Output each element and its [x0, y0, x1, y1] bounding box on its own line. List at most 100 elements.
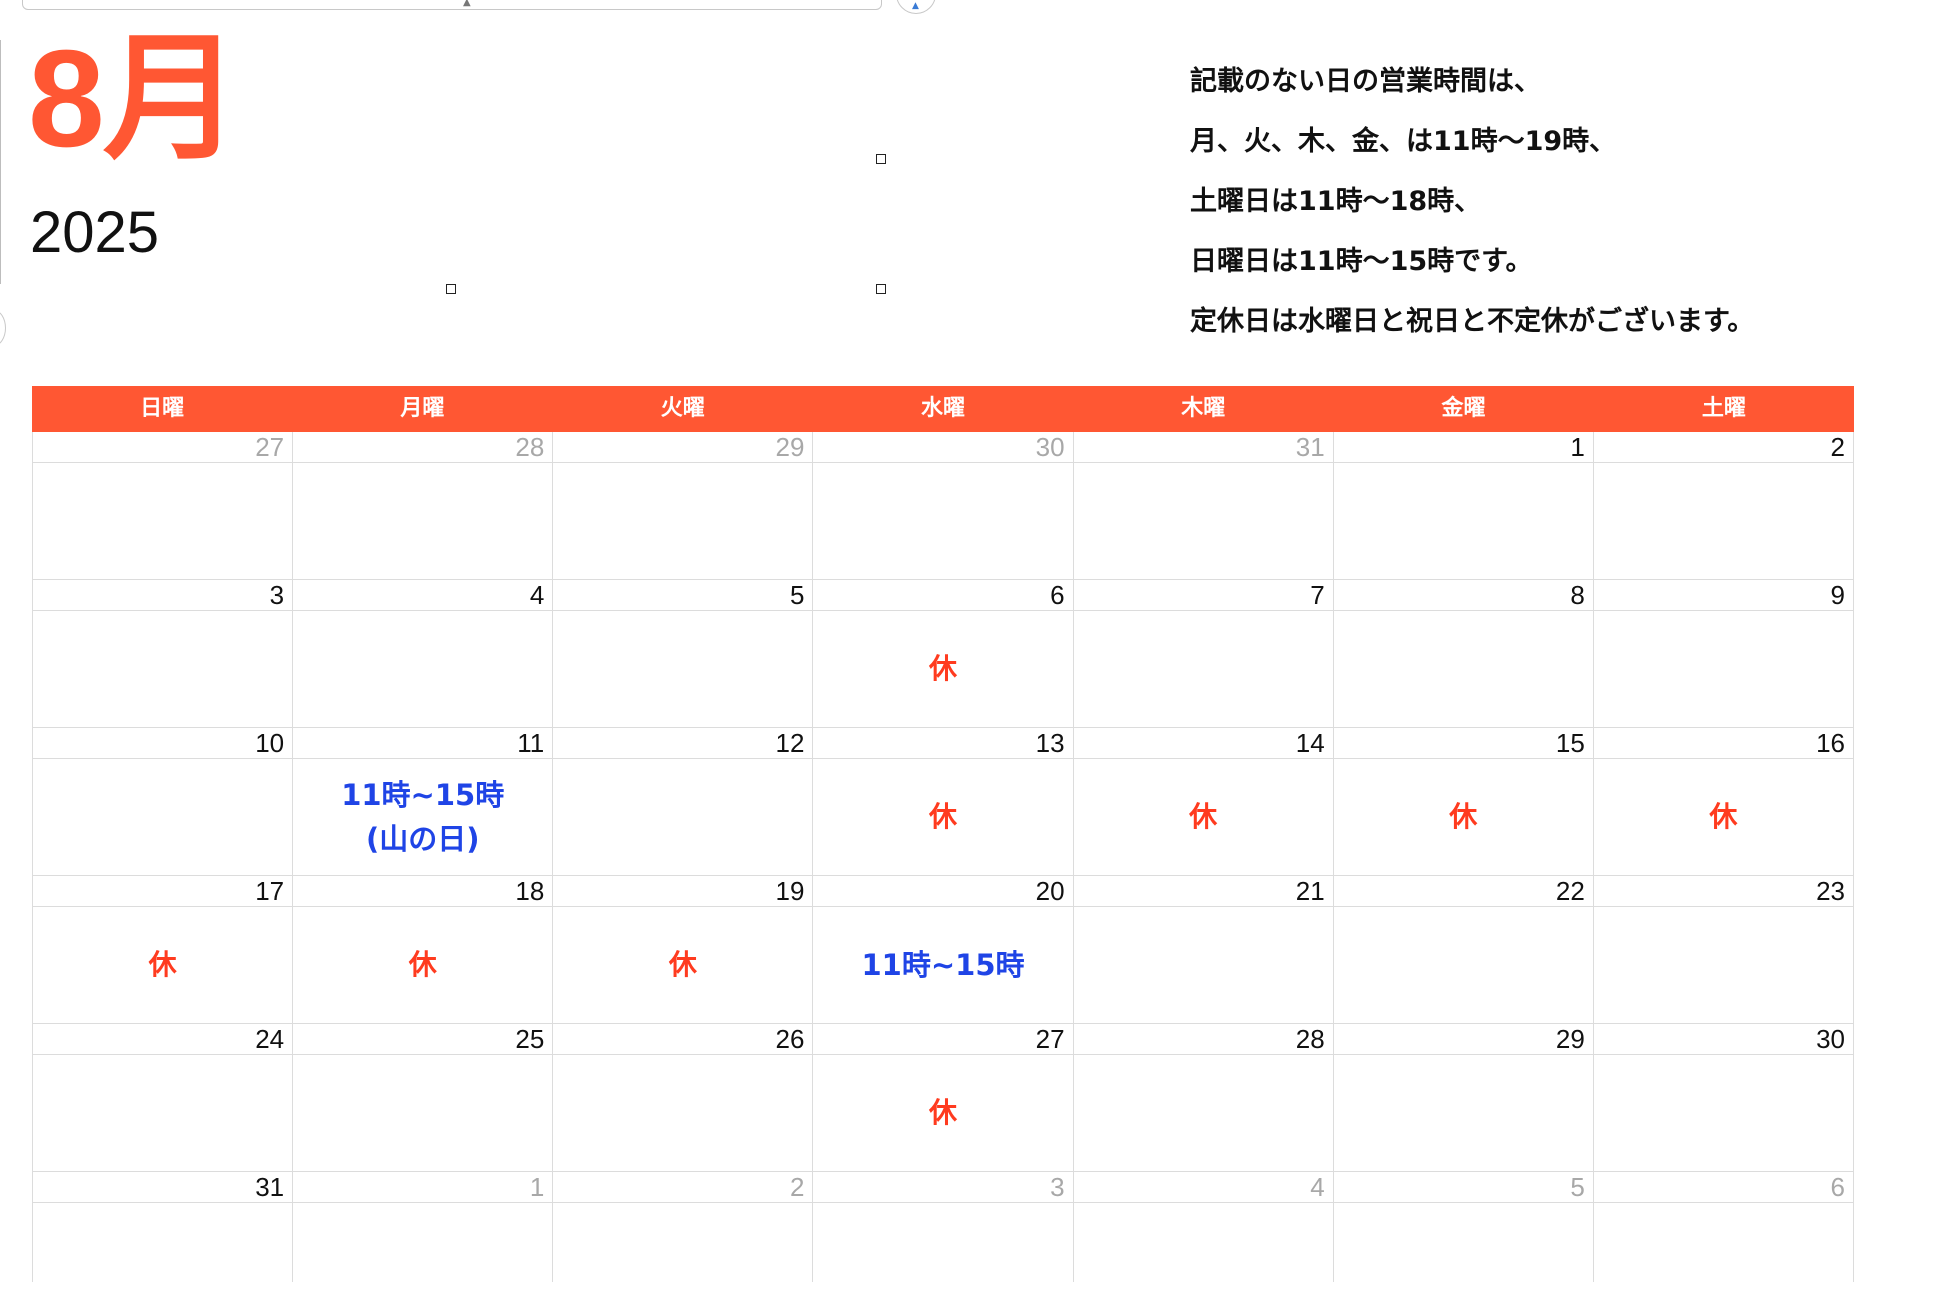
calendar-day-cell[interactable]: 18 休 — [292, 876, 553, 1024]
event-text: 休 — [928, 652, 957, 685]
day-number-bar: 6 — [813, 580, 1073, 611]
day-number-bar: 13 — [813, 728, 1073, 759]
day-number-bar: 30 — [813, 432, 1073, 463]
calendar-day-cell[interactable]: 30 — [812, 432, 1073, 580]
day-number-bar: 15 — [1333, 728, 1593, 759]
calendar-day-cell[interactable]: 24 — [32, 1024, 293, 1172]
calendar-day-cell[interactable]: 28 — [292, 432, 553, 580]
calendar-day-cell[interactable]: 8 — [1332, 580, 1593, 728]
event-text: 11時~15時 — [861, 948, 1025, 982]
calendar-day-cell[interactable]: 17 休 — [32, 876, 293, 1024]
day-number: 9 — [1830, 580, 1845, 610]
day-number: 3 — [269, 580, 285, 610]
selection-handle-bottom-middle[interactable] — [446, 284, 456, 294]
calendar-day-cell[interactable]: 31 — [1072, 432, 1333, 580]
day-number: 30 — [1816, 1024, 1845, 1054]
day-number: 16 — [1816, 728, 1845, 758]
pin-icon: ▲ — [912, 1, 919, 11]
calendar-day-cell[interactable]: 30 — [1592, 1024, 1854, 1172]
calendar-day-cell[interactable]: 5 — [1332, 1172, 1593, 1282]
calendar-week-row: 31 1 2 3 4 5 6 — [32, 1172, 1854, 1282]
closed-day-marker: 休 — [813, 1055, 1072, 1171]
calendar-day-cell[interactable]: 11 11時~15時 (山の日) — [292, 728, 553, 876]
calendar-day-cell[interactable]: 5 — [552, 580, 813, 728]
day-number: 4 — [1310, 1172, 1325, 1202]
calendar-day-cell[interactable]: 14 休 — [1072, 728, 1333, 876]
top-text-input[interactable]: ▲ — [22, 0, 882, 10]
day-number-bar: 10 — [33, 728, 293, 759]
calendar-day-cell[interactable]: 15 休 — [1332, 728, 1593, 876]
day-number-bar: 19 — [553, 876, 813, 907]
top-round-button[interactable]: ▲ — [896, 0, 936, 14]
calendar-day-cell[interactable]: 3 — [812, 1172, 1073, 1282]
event-text: 休 — [1449, 800, 1478, 833]
closed-day-marker: 休 — [1074, 759, 1333, 875]
day-number: 6 — [1830, 1172, 1845, 1202]
weekday-thursday: 木曜 — [1181, 396, 1226, 421]
calendar-day-cell[interactable]: 26 — [552, 1024, 813, 1172]
calendar-day-cell[interactable]: 29 — [552, 432, 813, 580]
left-round-button[interactable] — [0, 310, 6, 346]
calendar-day-cell[interactable]: 3 — [32, 580, 293, 728]
calendar-day-cell[interactable]: 6 — [1592, 1172, 1854, 1282]
calendar-day-cell[interactable]: 6休 — [812, 580, 1073, 728]
calendar-week-row: 24 25 26 27 休 28 29 30 — [32, 1024, 1854, 1172]
calendar-day-cell[interactable]: 1 — [292, 1172, 553, 1282]
day-number: 24 — [255, 1024, 285, 1054]
day-number-bar: 28 — [1073, 1024, 1333, 1055]
day-number-bar: 8 — [1333, 580, 1593, 611]
calendar-day-cell[interactable]: 19 休 — [552, 876, 813, 1024]
calendar-day-cell[interactable]: 31 — [32, 1172, 293, 1282]
year-title: 2025 — [30, 200, 160, 265]
selection-handle-bottom-right[interactable] — [876, 284, 886, 294]
day-number-bar: 27 — [813, 1024, 1073, 1055]
day-number: 12 — [775, 728, 805, 758]
calendar-day-cell[interactable]: 10 — [32, 728, 293, 876]
calendar-day-cell[interactable]: 4 — [1072, 1172, 1333, 1282]
day-number-bar: 22 — [1333, 876, 1593, 907]
day-number: 14 — [1295, 728, 1325, 758]
calendar-day-cell[interactable]: 28 — [1072, 1024, 1333, 1172]
day-number-bar: 5 — [1333, 1172, 1593, 1203]
calendar-day-cell[interactable]: 23 — [1592, 876, 1854, 1024]
month-title: 8月 — [28, 22, 241, 176]
calendar-day-cell[interactable]: 27 休 — [812, 1024, 1073, 1172]
calendar-day-cell[interactable]: 12 — [552, 728, 813, 876]
day-number-bar: 25 — [293, 1024, 553, 1055]
calendar-day-cell[interactable]: 20 11時~15時 — [812, 876, 1073, 1024]
calendar-week-row: 27 28 29 30 31 1 2 — [32, 432, 1854, 580]
calendar-day-cell[interactable]: 27 — [32, 432, 293, 580]
calendar-day-cell[interactable]: 4 — [292, 580, 553, 728]
calendar-day-cell[interactable]: 13 休 — [812, 728, 1073, 876]
day-number-bar: 23 — [1593, 876, 1853, 907]
day-number: 29 — [775, 432, 805, 462]
day-number: 10 — [255, 728, 285, 758]
day-number: 30 — [1035, 432, 1065, 462]
day-number: 28 — [1295, 1024, 1325, 1054]
calendar-day-cell[interactable]: 16 休 — [1592, 728, 1854, 876]
selection-handle-top-right[interactable] — [876, 154, 886, 164]
day-number-bar: 4 — [293, 580, 553, 611]
event-text: 休 — [1189, 800, 1218, 833]
note-line: 定休日は水曜日と祝日と不定休がございます。 — [1190, 306, 1755, 337]
calendar-day-cell[interactable]: 7 — [1072, 580, 1333, 728]
calendar-day-cell[interactable]: 25 — [292, 1024, 553, 1172]
closed-day-marker: 休 — [1334, 759, 1593, 875]
day-number: 22 — [1555, 876, 1585, 906]
calendar-weeks: 27 28 29 30 31 1 2 3 4 5 6 休 7 8 9 10 11 11時~15時 (山の日) 12 13… — [32, 432, 1854, 1282]
event-text: 休 — [928, 1096, 957, 1129]
note-line: 土曜日は11時〜18時、 — [1190, 186, 1482, 217]
text-caret-icon: ▲ — [463, 0, 471, 8]
note-line: 月、火、木、金、は11時〜19時、 — [1190, 126, 1617, 157]
day-number: 11 — [517, 728, 545, 758]
event-text: (山の日) — [365, 822, 480, 856]
calendar-day-cell[interactable]: 2 — [1592, 432, 1854, 580]
calendar-day-cell[interactable]: 2 — [552, 1172, 813, 1282]
calendar-day-cell[interactable]: 1 — [1332, 432, 1593, 580]
calendar-day-cell[interactable]: 21 — [1072, 876, 1333, 1024]
closed-day-marker: 休 — [33, 907, 292, 1023]
day-number: 7 — [1310, 580, 1325, 610]
calendar-day-cell[interactable]: 29 — [1332, 1024, 1593, 1172]
calendar-day-cell[interactable]: 22 — [1332, 876, 1593, 1024]
calendar-day-cell[interactable]: 9 — [1592, 580, 1854, 728]
